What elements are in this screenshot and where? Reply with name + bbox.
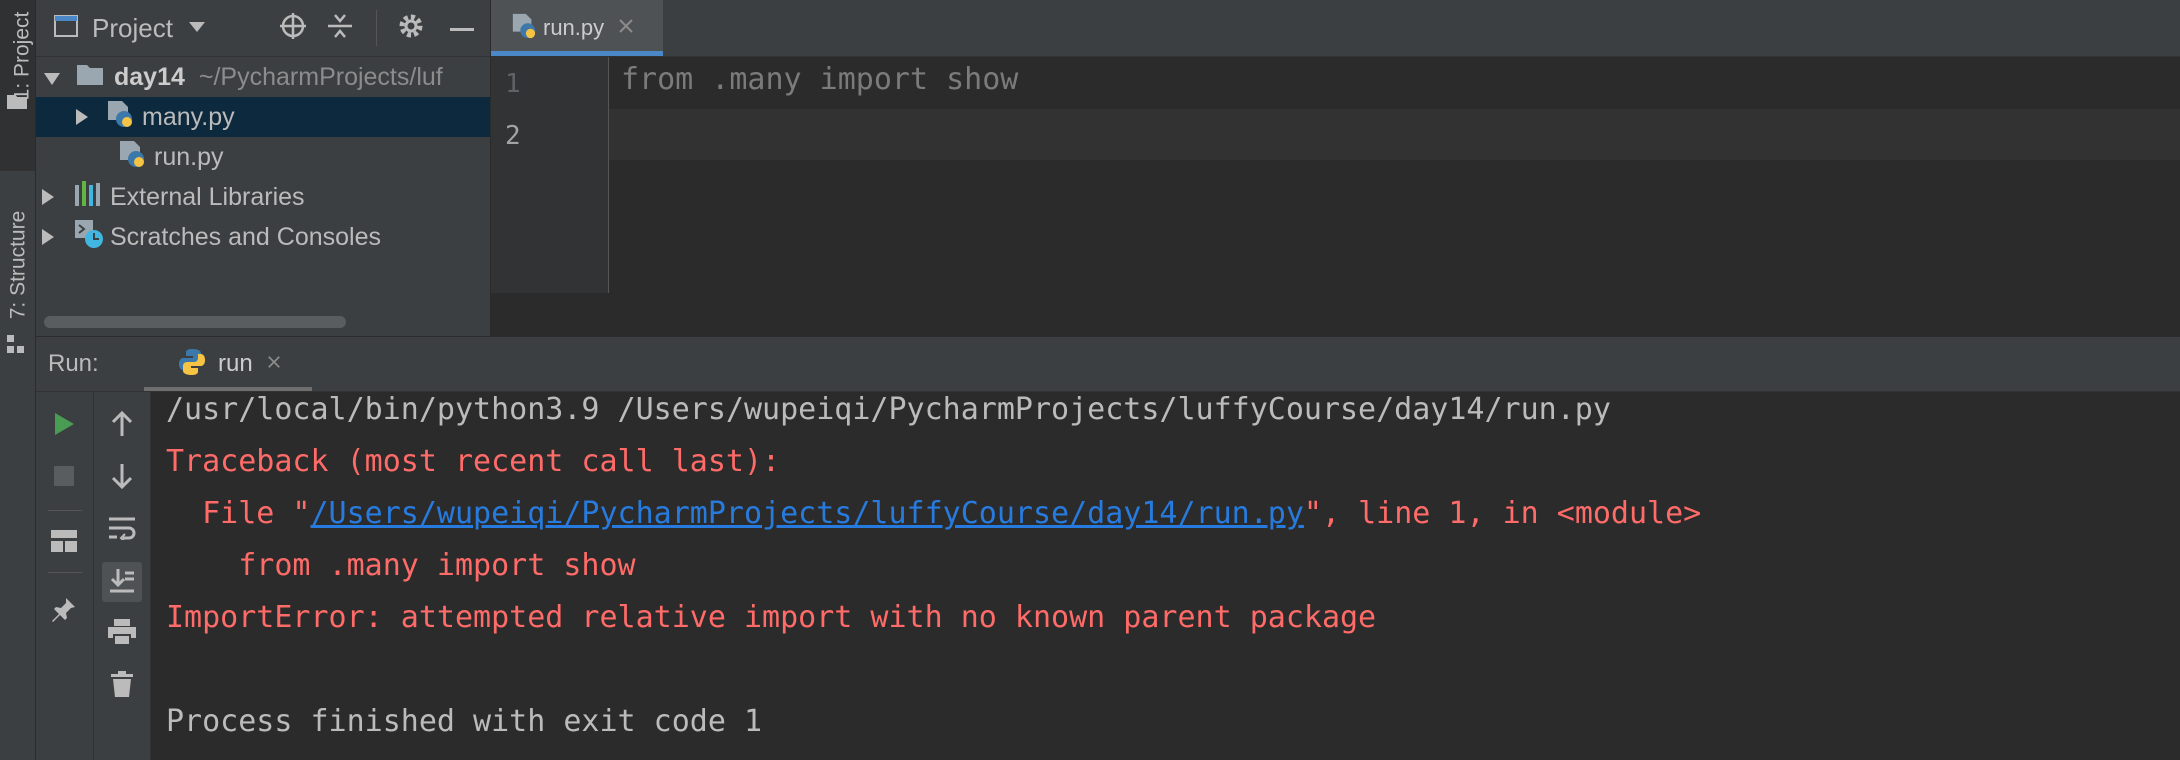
soft-wrap-button[interactable] bbox=[102, 510, 142, 550]
run-label: Run: bbox=[48, 350, 99, 377]
tree-item-external-libraries[interactable]: External Libraries bbox=[36, 177, 490, 217]
editor-area: run.py 1 2 from .many import show bbox=[491, 0, 2180, 336]
line-number: 2 bbox=[505, 121, 521, 151]
editor-tab-label: run.py bbox=[543, 15, 605, 40]
current-line-highlight bbox=[609, 109, 2180, 160]
play-icon bbox=[53, 412, 75, 441]
tool-tab-structure-label: 7: Structure bbox=[6, 210, 30, 320]
project-tree: day14 ~/PycharmProjects/luf many.py run.… bbox=[36, 57, 490, 297]
console-line-exit: Process finished with exit code 1 bbox=[166, 704, 763, 739]
toolbar-separator bbox=[48, 510, 82, 511]
active-tab-indicator bbox=[144, 387, 312, 391]
console-line-code: from .many import show bbox=[166, 548, 636, 583]
tool-tab-project[interactable]: 1: Project bbox=[0, 0, 35, 171]
tool-tab-structure[interactable]: 7: Structure bbox=[0, 185, 35, 365]
tree-item-path: ~/PycharmProjects/luf bbox=[198, 62, 443, 91]
chevron-down-icon bbox=[44, 63, 60, 92]
print-button[interactable] bbox=[102, 614, 142, 654]
python-file-icon bbox=[511, 13, 537, 44]
editor-tab-run-py[interactable]: run.py bbox=[491, 0, 663, 56]
run-panel-header: Run: run bbox=[36, 337, 2180, 392]
soft-wrap-icon bbox=[108, 516, 136, 545]
crosshair-icon bbox=[279, 12, 307, 45]
python-file-icon bbox=[106, 100, 134, 135]
stop-button[interactable] bbox=[44, 458, 84, 498]
project-view-selector[interactable]: Project bbox=[54, 0, 205, 56]
printer-icon bbox=[108, 618, 136, 650]
trash-icon bbox=[111, 670, 133, 702]
console-line-file: File "/Users/wupeiqi/PycharmProjects/luf… bbox=[166, 496, 1701, 531]
clear-all-button[interactable] bbox=[102, 666, 142, 706]
chevron-right-icon bbox=[42, 223, 54, 252]
arrow-up-icon bbox=[111, 410, 133, 442]
tree-item-day14[interactable]: day14 ~/PycharmProjects/luf bbox=[36, 57, 490, 97]
tree-item-label: External Libraries bbox=[110, 182, 305, 211]
restore-layout-button[interactable] bbox=[44, 523, 84, 563]
scroll-to-end-button[interactable] bbox=[102, 562, 142, 602]
file-link[interactable]: /Users/wupeiqi/PycharmProjects/luffyCour… bbox=[311, 496, 1304, 531]
console-line-error: ImportError: attempted relative import w… bbox=[166, 600, 1377, 635]
locate-file-button[interactable] bbox=[279, 0, 307, 56]
rerun-button[interactable] bbox=[44, 406, 84, 446]
stop-icon bbox=[54, 465, 74, 491]
project-view-title: Project bbox=[92, 12, 173, 43]
tool-tab-project-label: 1: Project bbox=[10, 11, 34, 101]
console-line-command: /usr/local/bin/python3.9 /Users/wupeiqi/… bbox=[166, 392, 1611, 427]
file-prefix: File " bbox=[166, 496, 311, 531]
chevron-down-icon bbox=[188, 19, 205, 37]
scroll-up-button[interactable] bbox=[102, 406, 142, 446]
header-separator bbox=[376, 10, 377, 46]
python-file-icon bbox=[118, 140, 146, 175]
tree-item-label: run.py bbox=[154, 142, 224, 171]
structure-icon bbox=[7, 335, 27, 360]
project-view-icon bbox=[54, 14, 78, 42]
pin-tab-button[interactable] bbox=[44, 591, 84, 631]
editor-tab-bar: run.py bbox=[491, 0, 2180, 57]
folder-icon bbox=[76, 62, 104, 93]
run-toolbar-primary bbox=[36, 392, 94, 760]
active-tab-indicator bbox=[491, 51, 663, 56]
python-icon bbox=[178, 348, 206, 381]
horizontal-scrollbar[interactable] bbox=[44, 316, 346, 328]
arrow-down-icon bbox=[111, 463, 133, 494]
scroll-down-button[interactable] bbox=[102, 458, 142, 498]
run-tab-run[interactable]: run bbox=[144, 337, 312, 391]
layout-icon bbox=[51, 529, 77, 557]
line-number: 1 bbox=[505, 69, 521, 99]
tree-item-label: many.py bbox=[142, 102, 235, 131]
hide-panel-button[interactable] bbox=[450, 0, 474, 56]
toolbar-separator bbox=[48, 572, 82, 573]
tree-item-label: day14 bbox=[114, 62, 185, 91]
minimize-icon bbox=[450, 19, 474, 37]
run-tab-label: run bbox=[218, 350, 253, 377]
collapse-all-icon bbox=[326, 12, 354, 45]
library-icon bbox=[74, 180, 102, 214]
tree-item-label: Scratches and Consoles bbox=[110, 222, 381, 251]
file-suffix: ", line 1, in <module> bbox=[1303, 496, 1702, 531]
collapse-all-button[interactable] bbox=[326, 0, 354, 56]
project-panel: Project day14 ~/PycharmProjects/luf many… bbox=[36, 0, 490, 336]
tree-item-many-py[interactable]: many.py bbox=[36, 97, 490, 137]
run-toolbar-secondary bbox=[94, 392, 151, 760]
line-number-gutter: 1 2 bbox=[491, 57, 609, 293]
chevron-right-icon bbox=[42, 183, 54, 212]
chevron-right-icon bbox=[76, 103, 88, 132]
close-icon[interactable] bbox=[267, 355, 281, 374]
close-icon[interactable] bbox=[618, 18, 634, 39]
scratches-icon bbox=[74, 219, 104, 256]
settings-button[interactable] bbox=[397, 0, 425, 56]
code-line[interactable]: from .many import show bbox=[621, 62, 1018, 97]
left-tool-stripe: 1: Project 7: Structure bbox=[0, 0, 36, 760]
run-panel: Run: run /usr/local/bin/python3.9 /Users… bbox=[36, 337, 2180, 760]
tree-item-run-py[interactable]: run.py bbox=[36, 137, 490, 177]
tree-item-scratches[interactable]: Scratches and Consoles bbox=[36, 217, 490, 257]
console-output[interactable]: /usr/local/bin/python3.9 /Users/wupeiqi/… bbox=[151, 392, 2180, 760]
console-line-traceback: Traceback (most recent call last): bbox=[166, 444, 781, 479]
pin-icon bbox=[51, 596, 77, 627]
scroll-to-end-icon bbox=[109, 567, 135, 598]
project-panel-header: Project bbox=[36, 0, 490, 57]
gear-icon bbox=[397, 12, 425, 45]
